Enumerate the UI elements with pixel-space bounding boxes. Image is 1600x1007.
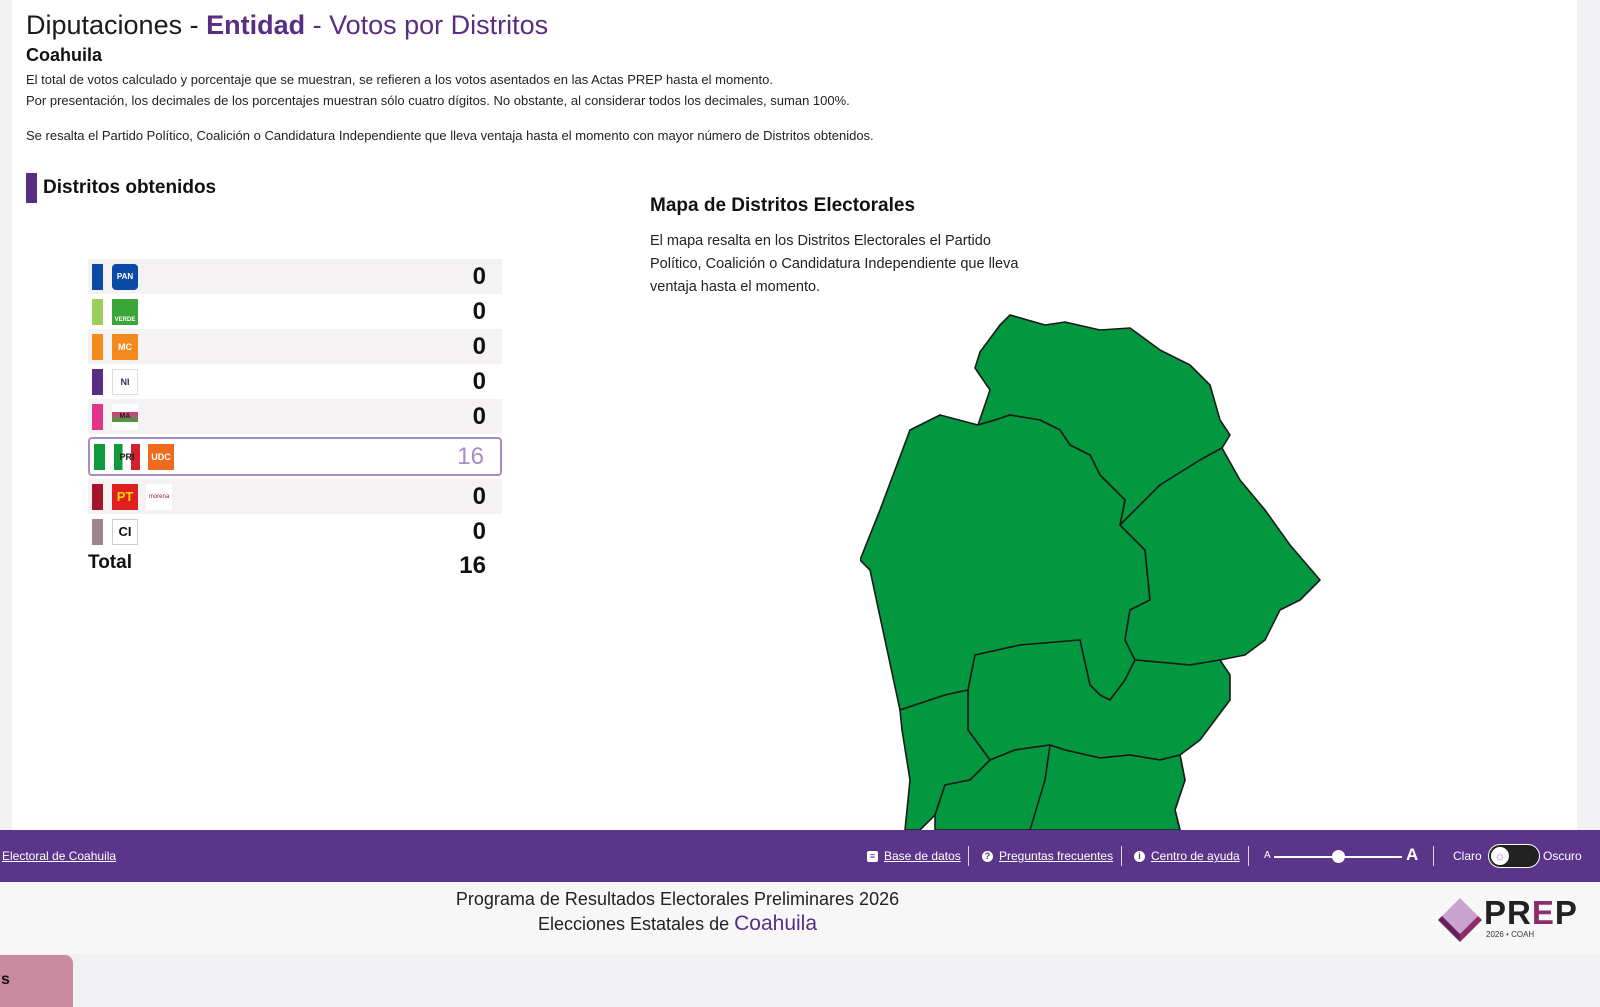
pt-logo-icon: PT (112, 483, 138, 510)
footer-divider (1121, 846, 1122, 866)
party-row-nuevas-ideas[interactable]: NI 0 (88, 364, 502, 399)
floating-button-label: s (1, 971, 10, 988)
state-subtitle: Coahuila (26, 45, 103, 65)
morena-logo-icon: morena (146, 483, 172, 510)
map-description: El mapa resalta en los Distritos Elector… (650, 233, 1019, 295)
prep-state: COAH (1511, 930, 1535, 939)
footer-divider (1433, 846, 1434, 866)
district-count: 0 (472, 332, 486, 360)
map-title: Mapa de Distritos Electorales (650, 195, 916, 216)
party-color-swatch (94, 443, 105, 470)
help-center-link[interactable]: i Centro de ayuda (1134, 849, 1240, 863)
total-value: 16 (459, 552, 486, 579)
mc-logo-icon: MC (112, 333, 138, 360)
party-row-mexico-avanza[interactable]: MA 0 (88, 399, 502, 434)
theme-toggle[interactable]: ☼ (1488, 844, 1540, 868)
footer-divider (1248, 846, 1249, 866)
total-row: Total 16 (88, 552, 486, 582)
district-count: 0 (472, 367, 486, 395)
prep-year: 2026 (1486, 930, 1504, 939)
party-row-mc[interactable]: MC 0 (88, 329, 502, 364)
nuevas-ideas-logo-icon: NI (112, 368, 138, 395)
party-color-swatch (92, 368, 103, 395)
theme-light-label: Claro (1453, 849, 1482, 863)
theme-dark-label: Oscuro (1543, 849, 1582, 863)
program-title: Programa de Resultados Electorales Preli… (455, 889, 900, 909)
udc-logo-icon: UDC (148, 443, 174, 470)
section-title-text: Distritos obtenidos (43, 177, 217, 198)
prep-pr: PR (1484, 894, 1532, 931)
note-decimals: Por presentación, los decimales de los p… (26, 93, 850, 108)
district-count: 16 (457, 442, 484, 470)
floating-button[interactable]: s (0, 955, 73, 1007)
party-color-swatch (92, 263, 103, 290)
district-list: PAN 0 VERDE 0 MC 0 NI 0 MA 0 PRI UDC 16 … (88, 259, 502, 549)
font-size-small-icon: A (1264, 850, 1271, 861)
mexico-avanza-logo-icon: MA (112, 403, 138, 430)
party-color-swatch (92, 333, 103, 360)
prep-p: P (1554, 894, 1578, 931)
title-suffix: - Votos por Distritos (305, 10, 549, 40)
section-accent-bar (26, 173, 37, 203)
elections-prefix: Elecciones Estatales de (537, 914, 735, 934)
party-color-swatch (92, 403, 103, 430)
pan-logo-icon: PAN (112, 263, 138, 290)
database-link[interactable]: ≡ Base de datos (867, 849, 961, 863)
font-size-slider[interactable] (1274, 850, 1402, 863)
footer-navigation-bar: Electoral de Coahuila ≡ Base de datos ? Pr… (0, 830, 1600, 882)
elections-subtitle: Elecciones Estatales de Coahuila (0, 912, 1355, 936)
institute-link[interactable]: Electoral de Coahuila (2, 849, 116, 863)
font-size-slider-knob[interactable] (1332, 850, 1345, 863)
footer-divider (968, 846, 969, 866)
database-link-label: Base de datos (884, 849, 961, 863)
party-row-pri-udc-winner[interactable]: PRI UDC 16 (88, 437, 502, 476)
sun-icon: ☼ (1491, 847, 1509, 865)
prep-subline: 2026 • COAH (1486, 930, 1535, 939)
help-center-link-label: Centro de ayuda (1151, 849, 1240, 863)
party-color-swatch (92, 483, 103, 510)
district-count: 0 (472, 297, 486, 325)
district-count: 0 (472, 482, 486, 510)
party-row-verde[interactable]: VERDE 0 (88, 294, 502, 329)
district-count: 0 (472, 517, 486, 545)
prep-e: E (1531, 894, 1555, 931)
database-icon: ≡ (867, 850, 878, 862)
pri-logo-icon: PRI (114, 443, 140, 470)
page-title: Diputaciones - Entidad - Votos por Distr… (26, 10, 548, 41)
party-row-pan[interactable]: PAN 0 (88, 259, 502, 294)
title-entity[interactable]: Entidad (206, 10, 305, 40)
section-title-districts: Distritos obtenidos (26, 173, 216, 203)
party-row-ci[interactable]: CI 0 (88, 514, 502, 549)
note-highlight: Se resalta el Partido Político, Coalició… (26, 128, 874, 143)
total-label: Total (88, 552, 132, 573)
font-size-large-icon: A (1406, 845, 1419, 864)
elections-state: Coahuila (734, 912, 818, 935)
title-prefix: Diputaciones - (26, 10, 207, 40)
prep-diamond-icon (1438, 898, 1482, 942)
faq-link[interactable]: ? Preguntas frecuentes (982, 849, 1113, 863)
prep-wordmark: PREP (1484, 894, 1578, 932)
question-icon: ? (982, 850, 993, 862)
faq-link-label: Preguntas frecuentes (999, 849, 1114, 863)
district-map[interactable] (860, 310, 1340, 830)
party-row-pt-morena[interactable]: PT morena 0 (88, 479, 502, 514)
district-count: 0 (472, 262, 486, 290)
party-color-swatch (92, 518, 103, 545)
ci-logo-icon: CI (112, 518, 138, 545)
district-count: 0 (472, 402, 486, 430)
info-icon: i (1134, 850, 1145, 862)
bottom-banner: Programa de Resultados Electorales Preli… (0, 882, 1600, 954)
party-color-swatch (92, 298, 103, 325)
prep-logo[interactable]: PREP 2026 • COAH (1438, 894, 1598, 944)
note-votes: El total de votos calculado y porcentaje… (26, 72, 773, 87)
verde-logo-icon: VERDE (112, 298, 138, 325)
